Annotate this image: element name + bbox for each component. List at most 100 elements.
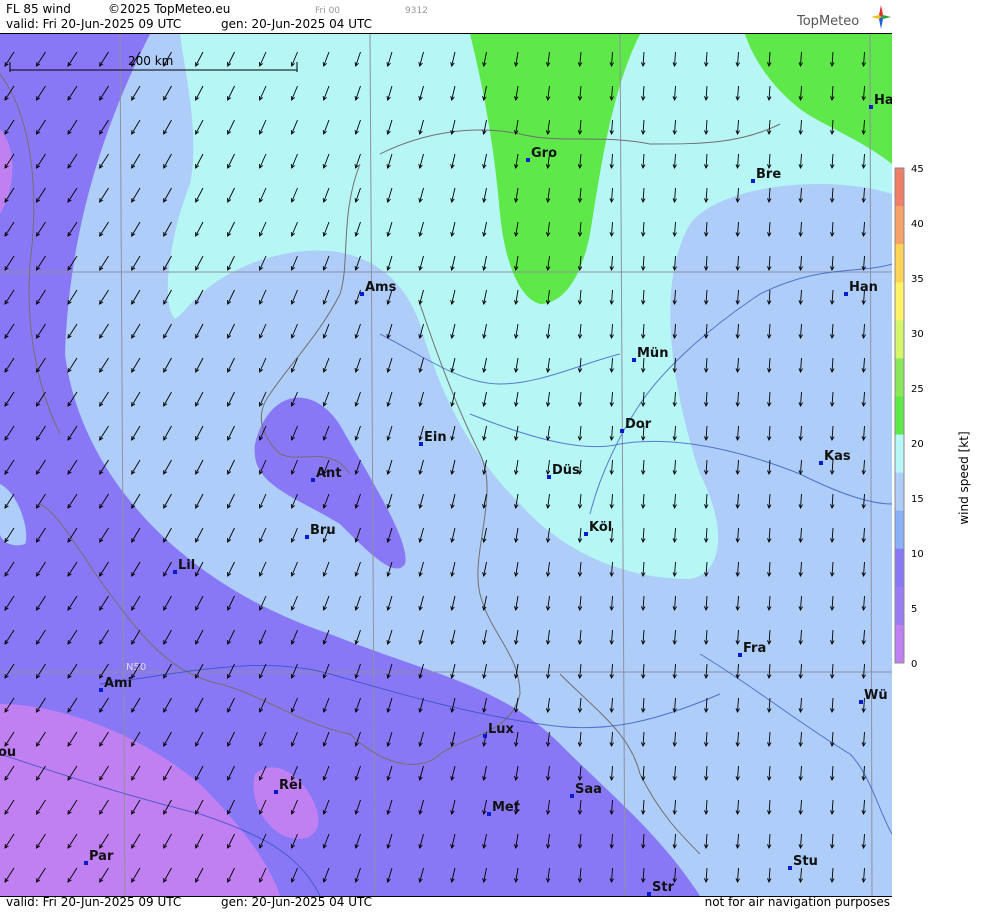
city-ami: Ami xyxy=(99,676,132,692)
colorbar-segment xyxy=(895,586,904,626)
city-label: Kas xyxy=(824,449,851,464)
colorbar-segment xyxy=(895,396,904,436)
logo-text: TopMeteo xyxy=(797,14,860,29)
colorbar-segment xyxy=(895,244,904,283)
city-marker xyxy=(570,794,574,798)
colorbar-title: wind speed [kt] xyxy=(957,431,971,524)
footer-gen: gen: 20-Jun-2025 04 UTC xyxy=(221,895,373,909)
city-mün: Mün xyxy=(632,346,668,362)
city-label: Fra xyxy=(743,641,766,656)
city-han: Han xyxy=(844,280,878,296)
copyright: ©2025 TopMeteo.eu xyxy=(108,2,231,16)
city-label: Ami xyxy=(104,676,132,691)
city-marker xyxy=(547,475,551,479)
city-label: Stu xyxy=(793,854,818,869)
city-label: Bre xyxy=(756,167,781,182)
colorbar-segment xyxy=(895,548,904,588)
city-stu: Stu xyxy=(788,854,818,870)
city-label: Ein xyxy=(424,430,447,445)
city-label: Par xyxy=(89,849,114,864)
city-label: Lux xyxy=(488,722,515,737)
colorbar-segment xyxy=(895,282,904,321)
city-str: Str xyxy=(647,880,675,896)
city-ams: Ams xyxy=(360,280,397,296)
city-kas: Kas xyxy=(819,449,851,465)
colorbar-segment xyxy=(895,358,904,397)
city-label: Han xyxy=(849,280,878,295)
footer-valid: valid: Fri 20-Jun-2025 09 UTC xyxy=(6,895,182,909)
colorbar-tick-label: 0 xyxy=(911,659,917,670)
colorbar-tick-label: 15 xyxy=(911,494,924,505)
product-code: 9312 xyxy=(405,6,428,16)
city-met: Met xyxy=(487,800,520,816)
city-marker xyxy=(620,429,624,433)
city-par: Par xyxy=(84,849,114,865)
city-marker xyxy=(99,688,103,692)
colorbar: wind speed [kt] 45 40 35 30 25 20 15 10 5 0 xyxy=(893,0,983,909)
colorbar-tick-label: 20 xyxy=(911,439,924,450)
product-title: FL 85 wind xyxy=(6,2,71,16)
wind-map[interactable]: N50 200 km Gro Bre Ha Ams Han Mün Dor Ei… xyxy=(0,33,892,897)
header: FL 85 wind ©2025 TopMeteo.eu Fri 00 9312… xyxy=(0,0,892,32)
city-marker xyxy=(819,461,823,465)
city-saa: Saa xyxy=(570,782,602,798)
city-label: Wü xyxy=(864,688,888,703)
city-bre: Bre xyxy=(751,167,781,183)
colorbar-segment xyxy=(895,624,904,664)
city-label: Ams xyxy=(365,280,397,295)
city-marker xyxy=(869,105,873,109)
city-ant: Ant xyxy=(311,466,342,482)
city-fra: Fra xyxy=(738,641,766,657)
valid-time: valid: Fri 20-Jun-2025 09 UTC xyxy=(6,17,182,31)
city-marker xyxy=(173,570,177,574)
city-marker xyxy=(419,442,423,446)
city-marker xyxy=(859,700,863,704)
city-lux: Lux xyxy=(483,722,515,738)
city-marker xyxy=(311,478,315,482)
colorbar-tick-label: 35 xyxy=(911,274,924,285)
city-label: Düs xyxy=(552,463,580,478)
colorbar-tick-label: 5 xyxy=(911,604,917,615)
colorbar-svg: wind speed [kt] 45 40 35 30 25 20 15 10 5 0 xyxy=(894,164,971,670)
city-bru: Bru xyxy=(305,523,336,539)
city-ou: ou xyxy=(0,745,16,760)
city-marker xyxy=(738,653,742,657)
colorbar-tick-label: 40 xyxy=(911,219,924,230)
city-marker xyxy=(788,866,792,870)
city-label: ou xyxy=(0,745,16,760)
colorbar-segment xyxy=(895,206,904,245)
city-marker xyxy=(84,861,88,865)
city-köl: Köl xyxy=(584,520,612,536)
city-label: Ant xyxy=(316,466,342,481)
city-marker xyxy=(487,812,491,816)
city-label: Dor xyxy=(625,417,652,432)
colorbar-segment xyxy=(895,510,904,550)
city-label: Saa xyxy=(575,782,602,797)
city-label: Lil xyxy=(178,558,195,573)
city-rei: Rei xyxy=(274,778,302,794)
colorbar-segment xyxy=(895,472,904,512)
scale-label: 200 km xyxy=(128,54,173,68)
colorbar-tick-label: 45 xyxy=(911,164,924,175)
city-label: Ha xyxy=(874,93,892,108)
colorbar-tick-label: 10 xyxy=(911,549,924,560)
city-label: Köl xyxy=(589,520,612,535)
city-marker xyxy=(305,535,309,539)
footer: valid: Fri 20-Jun-2025 09 UTC gen: 20-Ju… xyxy=(0,895,892,909)
city-marker xyxy=(751,179,755,183)
gen-time: gen: 20-Jun-2025 04 UTC xyxy=(221,17,373,31)
city-marker xyxy=(360,292,364,296)
city-label: Str xyxy=(652,880,675,895)
topmeteo-logo[interactable]: TopMeteo xyxy=(797,4,892,30)
day-code: Fri 00 xyxy=(315,6,341,16)
city-label: Gro xyxy=(531,146,557,161)
city-marker xyxy=(584,532,588,536)
city-label: Met xyxy=(492,800,520,815)
colorbar-segment xyxy=(895,168,904,207)
city-label: Rei xyxy=(279,778,302,793)
city-wü: Wü xyxy=(859,688,888,704)
city-düs: Düs xyxy=(547,463,580,479)
wind-map-svg: N50 200 km GroBreHaAms HanMünDorEinAnt D… xyxy=(0,34,892,896)
city-marker xyxy=(844,292,848,296)
colorbar-tick-label: 25 xyxy=(911,384,924,395)
